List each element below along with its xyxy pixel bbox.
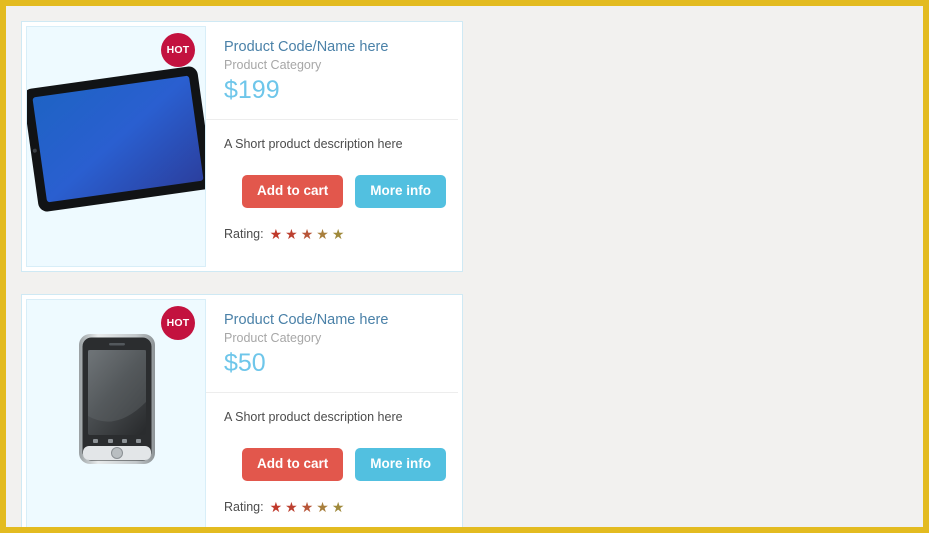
- product-image-panel: HOT: [26, 26, 206, 267]
- product-price: $50: [224, 349, 266, 377]
- rating-label: Rating:: [224, 500, 264, 514]
- product-info-panel: Product Code/Name here Product Category …: [206, 26, 458, 267]
- add-to-cart-button[interactable]: Add to cart: [242, 448, 344, 481]
- product-description: A Short product description here: [224, 410, 403, 424]
- product-actions: Add to cart More info: [224, 175, 447, 208]
- rating-star: ★: [285, 499, 298, 515]
- rating-star: ★: [300, 226, 314, 242]
- product-rating: Rating: ★ ★ ★ ★ ★: [224, 500, 444, 514]
- more-info-button[interactable]: More info: [355, 175, 447, 208]
- page-frame: HOT Product Code/Name here Product Categ…: [0, 0, 929, 533]
- product-info-panel: Product Code/Name here Product Category …: [206, 299, 458, 527]
- rating-star: ★: [331, 499, 345, 515]
- product-badge-hot: HOT: [161, 306, 195, 340]
- product-image-panel: HOT: [26, 299, 206, 527]
- rating-star: ★: [300, 499, 314, 515]
- product-header: Product Code/Name here Product Category …: [206, 299, 458, 393]
- more-info-button[interactable]: More info: [355, 448, 447, 481]
- product-category: Product Category: [224, 331, 322, 345]
- product-card[interactable]: HOT Product Code/Name here Product Categ…: [21, 21, 463, 272]
- product-title[interactable]: Product Code/Name here: [224, 312, 444, 329]
- add-to-cart-button[interactable]: Add to cart: [242, 175, 344, 208]
- rating-star: ★: [269, 499, 283, 515]
- product-badge-hot: HOT: [161, 33, 195, 67]
- product-title[interactable]: Product Code/Name here: [224, 39, 444, 56]
- product-body: A Short product description here Add to …: [206, 393, 458, 527]
- product-grid: HOT Product Code/Name here Product Categ…: [12, 12, 917, 527]
- product-body: A Short product description here Add to …: [206, 120, 458, 267]
- rating-star: ★: [316, 499, 329, 515]
- product-description: A Short product description here: [224, 137, 403, 151]
- product-actions: Add to cart More info: [224, 448, 447, 481]
- rating-star: ★: [285, 226, 298, 242]
- product-price: $199: [224, 76, 280, 104]
- product-card[interactable]: HOT Product Code/Name here Product Categ…: [21, 294, 463, 527]
- product-rating: Rating: ★ ★ ★ ★ ★: [224, 227, 444, 241]
- rating-star: ★: [331, 226, 345, 242]
- rating-star: ★: [316, 226, 329, 242]
- rating-label: Rating:: [224, 227, 264, 241]
- product-header: Product Code/Name here Product Category …: [206, 26, 458, 120]
- product-category: Product Category: [224, 58, 322, 72]
- rating-star: ★: [269, 226, 283, 242]
